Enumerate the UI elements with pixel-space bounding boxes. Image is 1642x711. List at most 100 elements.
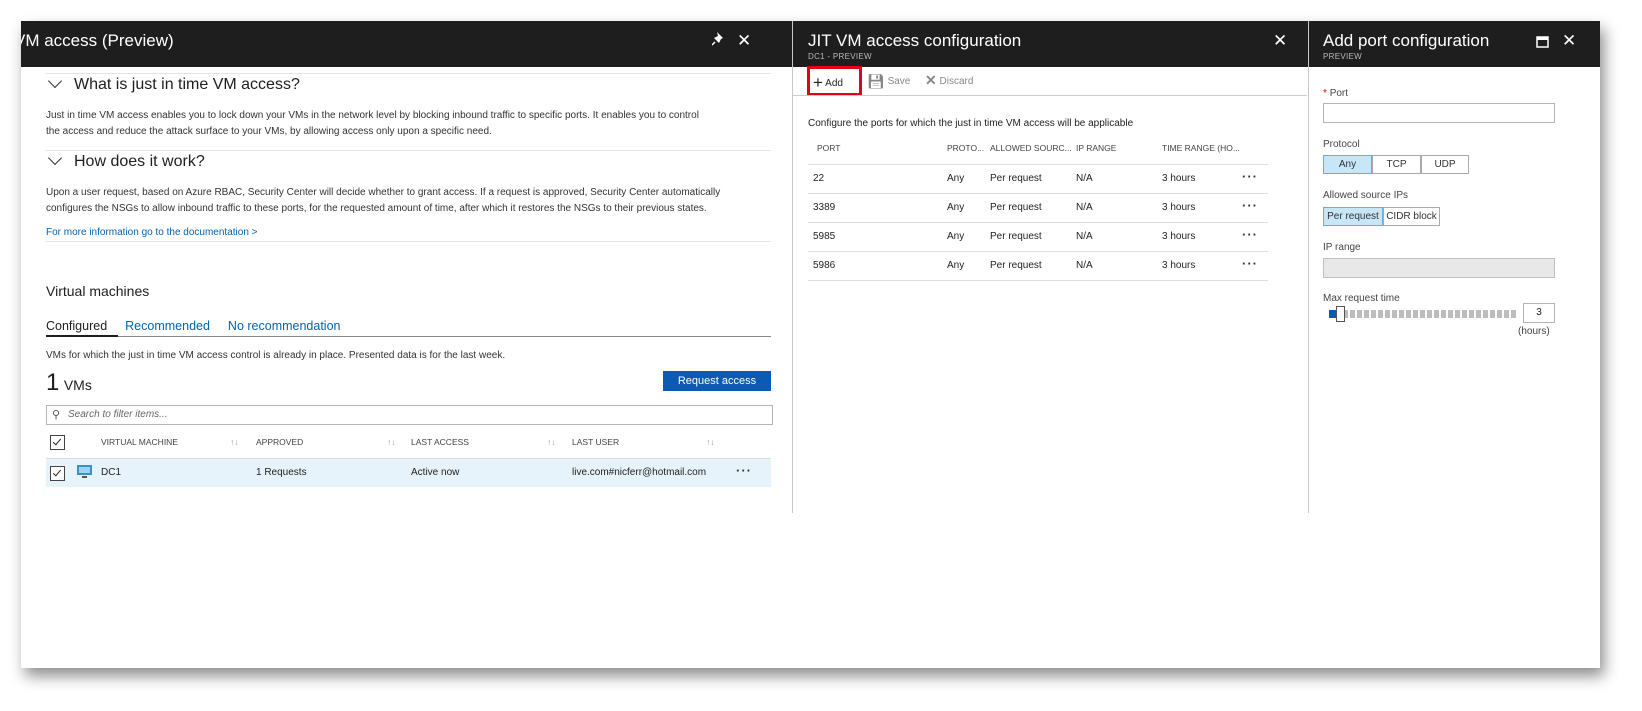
blade-subtitle: PREVIEW [1323,52,1362,61]
table-row[interactable]: 5985 Any Per request N/A 3 hours ··· [808,222,1268,251]
table-row[interactable]: 3389 Any Per request N/A 3 hours ··· [808,193,1268,222]
tab-no-recommendation[interactable]: No recommendation [228,319,341,333]
virtual-machines-heading: Virtual machines [46,283,150,299]
section-description: Upon a user request, based on Azure RBAC… [46,185,771,217]
vm-approved: 1 Requests [256,467,307,478]
add-button[interactable]: + Add [813,71,843,92]
source-option-cidr-block[interactable]: CIDR block [1383,207,1440,226]
discard-label: Discard [939,76,974,87]
max-time-input[interactable]: 3 [1523,303,1555,323]
column-header[interactable]: PROTO... [947,143,984,153]
blade-title: Add port configuration [1323,31,1490,50]
more-icon[interactable]: ··· [736,463,752,478]
add-label: Add [825,78,843,89]
close-icon[interactable]: ✕ [737,31,751,51]
search-icon: ⚲ [52,409,61,421]
sort-icon[interactable]: ↑↓ [387,437,396,447]
protocol-option-udp[interactable]: UDP [1421,155,1469,174]
tab-recommended[interactable]: Recommended [125,319,210,333]
source-value: Per request [990,231,1042,242]
more-icon[interactable]: ··· [1242,227,1258,242]
vm-count-label: VMs [63,377,92,393]
column-header[interactable]: VIRTUAL MACHINE [101,437,178,447]
tab-configured[interactable]: Configured [46,319,107,333]
sort-icon[interactable]: ↑↓ [230,437,239,447]
column-header[interactable]: IP RANGE [1076,143,1116,153]
close-icon[interactable]: ✕ [1562,31,1576,51]
protocol-value: Any [947,202,965,213]
ip-range-value: N/A [1076,202,1093,213]
ip-range-input [1323,258,1555,278]
save-label: Save [887,76,911,87]
virtual-machine-icon [77,465,92,479]
port-value: 3389 [813,202,836,213]
source-value: Per request [990,202,1042,213]
blade-subtitle: DC1 - PREVIEW [808,52,872,61]
active-tab-indicator [46,335,118,337]
jit-config-blade: JIT VM access configuration DC1 - PREVIE… [792,21,1307,513]
maximize-icon[interactable] [1536,33,1549,53]
sort-icon[interactable]: ↑↓ [706,437,715,447]
port-value: 5985 [813,231,836,242]
divider [46,241,771,242]
column-header[interactable]: APPROVED [256,437,303,447]
max-time-slider[interactable] [1329,306,1517,322]
protocol-label: Protocol [1323,139,1360,150]
text-line: the access and reduce the attack surface… [46,126,492,137]
time-range-value: 3 hours [1162,260,1196,271]
ip-range-value: N/A [1076,260,1093,271]
time-range-value: 3 hours [1162,231,1196,242]
protocol-option-any[interactable]: Any [1323,155,1372,174]
divider [46,73,771,74]
text-line: Upon a user request, based on Azure RBAC… [46,187,721,198]
column-header[interactable]: LAST ACCESS [411,437,469,447]
more-icon[interactable]: ··· [1242,198,1258,213]
section-title: How does it work? [74,153,205,170]
more-icon[interactable]: ··· [1242,256,1258,271]
row-checkbox[interactable] [50,466,65,481]
column-header[interactable]: TIME RANGE (HO... [1162,143,1240,153]
more-icon[interactable]: ··· [1242,169,1258,184]
save-button[interactable]: 💾︎ Save [867,71,911,89]
protocol-value: Any [947,173,965,184]
discard-button[interactable]: ✕ Discard [925,71,973,88]
sort-icon[interactable]: ↑↓ [547,437,556,447]
documentation-link[interactable]: For more information go to the documenta… [46,227,771,238]
discard-icon: ✕ [925,72,937,88]
section-what-is-jit[interactable]: What is just in time VM access? [46,73,771,94]
ip-range-value: N/A [1076,173,1093,184]
search-placeholder: Search to filter items... [68,409,168,420]
slider-handle[interactable] [1336,306,1345,322]
column-header[interactable]: ALLOWED SOURC... [990,143,1072,153]
column-header[interactable]: LAST USER [572,437,619,447]
source-option-per-request[interactable]: Per request [1323,207,1383,226]
table-row[interactable]: DC1 1 Requests Active now live.com#nicfe… [46,458,771,487]
protocol-option-tcp[interactable]: TCP [1372,155,1421,174]
allowed-source-label: Allowed source IPs [1323,190,1409,201]
blade-header: Add port configuration PREVIEW ✕ [1308,21,1600,67]
vm-last-user: live.com#nicferr@hotmail.com [572,467,707,478]
protocol-value: Any [947,231,965,242]
protocol-value: Any [947,260,965,271]
blade-title: VM access (Preview) [21,31,174,50]
close-icon[interactable]: ✕ [1273,31,1287,51]
select-all-checkbox[interactable] [50,435,65,450]
save-icon: 💾︎ [867,73,885,89]
table-row[interactable]: 22 Any Per request N/A 3 hours ··· [808,164,1268,193]
section-how-it-works[interactable]: How does it work? [46,150,771,171]
source-value: Per request [990,173,1042,184]
column-header[interactable]: PORT [817,143,840,153]
port-input[interactable] [1323,103,1555,123]
search-input[interactable]: ⚲ Search to filter items... [46,405,773,425]
section-description: Just in time VM access enables you to lo… [46,108,771,140]
pin-icon[interactable] [711,31,726,52]
port-value: 5986 [813,260,836,271]
table-row[interactable]: 5986 Any Per request N/A 3 hours ··· [808,251,1268,281]
ip-range-value: N/A [1076,231,1093,242]
time-range-value: 3 hours [1162,173,1196,184]
port-value: 22 [813,173,825,184]
tab-description: VMs for which the just in time VM access… [46,350,506,361]
divider [46,150,771,151]
max-request-time-label: Max request time [1323,293,1400,304]
request-access-button[interactable]: Request access [663,371,771,391]
